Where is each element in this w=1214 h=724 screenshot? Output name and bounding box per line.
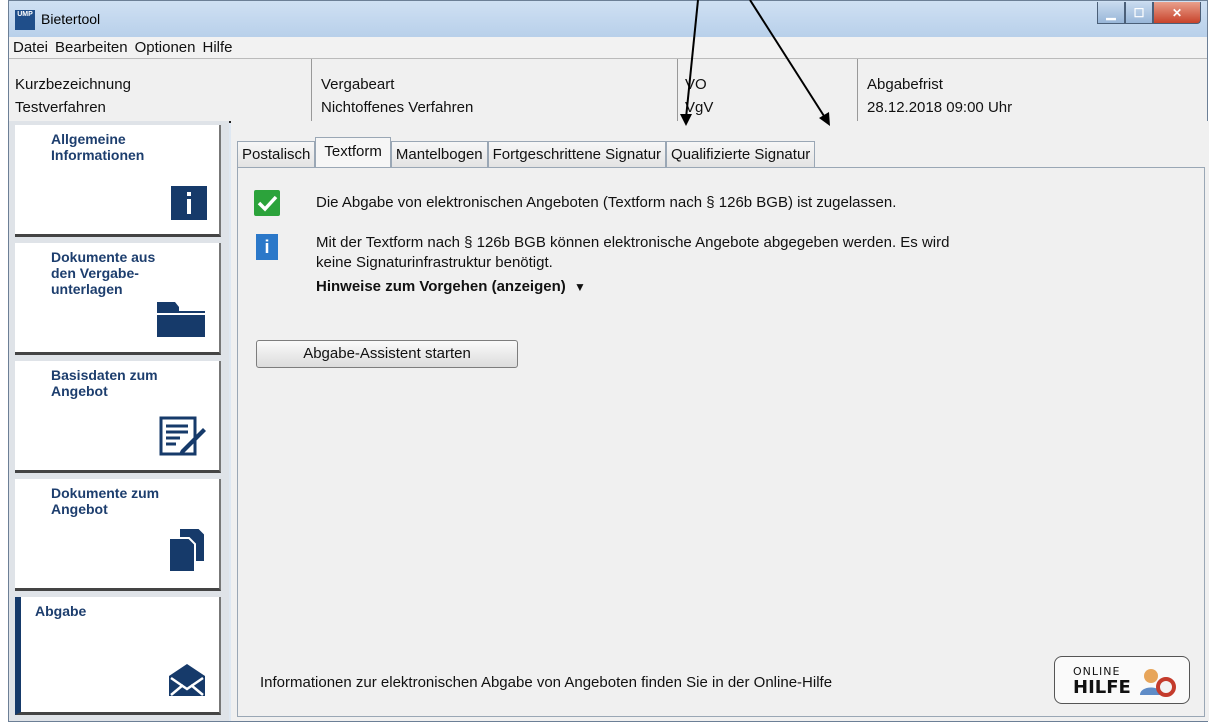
info-abgabefrist: Abgabefrist 28.12.2018 09:00 Uhr [867, 73, 1012, 119]
help-line2: HILFE [1073, 677, 1131, 698]
sidebar: Allgemeine Informationen Dokumente aus d… [9, 121, 229, 721]
info-kurzbezeichnung: Kurzbezeichnung Testverfahren [15, 73, 131, 119]
info-message-line2: keine Signaturinfrastruktur benötigt. [316, 254, 553, 271]
sidebar-item-dokumente-angebot[interactable]: Dokumente zum Angebot [15, 479, 221, 591]
info-vergabeart: Vergabeart Nichtoffenes Verfahren [321, 73, 473, 119]
sidebar-item-label: Abgabe [35, 603, 87, 619]
folder-icon [155, 298, 207, 342]
vo-value: VgV [685, 99, 714, 116]
info-message-line1: Mit der Textform nach § 126b BGB können … [316, 234, 950, 251]
divider [311, 59, 312, 121]
vergabeart-value: Nichtoffenes Verfahren [321, 99, 474, 116]
sidebar-item-dokumente-vergabeunterlagen[interactable]: Dokumente aus den Vergabe-unterlagen [15, 243, 221, 355]
help-person-icon [1140, 669, 1176, 697]
vo-label: VO [685, 76, 707, 93]
sidebar-item-basisdaten-angebot[interactable]: Basisdaten zum Angebot [15, 361, 221, 473]
tab-fortgeschrittene-signatur[interactable]: Fortgeschrittene Signatur [487, 141, 667, 167]
menu-datei[interactable]: Datei [13, 39, 48, 56]
sidebar-item-abgabe[interactable]: Abgabe [15, 597, 221, 715]
title-bar: UMP Bietertool ▁ ☐ ✕ [9, 1, 1207, 37]
info-vo: VO VgV [685, 73, 713, 119]
info-icon: i [256, 234, 278, 260]
menu-optionen[interactable]: Optionen [135, 39, 196, 56]
tab-mantelbogen[interactable]: Mantelbogen [390, 141, 488, 167]
app-logo-icon: UMP [15, 10, 35, 30]
textform-panel: Die Abgabe von elektronischen Angeboten … [237, 167, 1205, 717]
info-icon [171, 186, 207, 224]
allowed-message: Die Abgabe von elektronischen Angeboten … [316, 194, 897, 211]
sidebar-item-label: Dokumente aus den Vergabe-unterlagen [51, 249, 156, 297]
menu-bar: Datei Bearbeiten Optionen Hilfe [9, 37, 1207, 59]
menu-hilfe[interactable]: Hilfe [202, 39, 232, 56]
check-icon [254, 190, 280, 216]
sidebar-item-label: Allgemeine Informationen [51, 131, 145, 163]
vergabeart-label: Vergabeart [321, 76, 395, 93]
tab-textform[interactable]: Textform [315, 137, 391, 167]
tab-bar: Postalisch Textform Mantelbogen Fortgesc… [237, 137, 816, 167]
maximize-button[interactable]: ☐ [1125, 2, 1153, 24]
chevron-down-icon: ▼ [573, 280, 586, 294]
hint-toggle[interactable]: Hinweise zum Vorgehen (anzeigen) ▼ [316, 278, 586, 295]
close-button[interactable]: ✕ [1153, 2, 1201, 24]
menu-bearbeiten[interactable]: Bearbeiten [55, 39, 128, 56]
tab-qualifizierte-signatur[interactable]: Qualifizierte Signatur [666, 141, 816, 167]
divider [857, 59, 858, 121]
divider [677, 59, 678, 121]
kurzbezeichnung-value: Testverfahren [15, 99, 106, 116]
tab-postalisch[interactable]: Postalisch [237, 141, 316, 167]
kurzbezeichnung-label: Kurzbezeichnung [15, 76, 131, 93]
abgabefrist-value: 28.12.2018 09:00 Uhr [867, 99, 1013, 116]
sidebar-item-allgemeine-informationen[interactable]: Allgemeine Informationen [15, 125, 221, 237]
edit-form-icon [159, 416, 207, 460]
online-help-info: Informationen zur elektronischen Abgabe … [260, 674, 833, 691]
abgabefrist-label: Abgabefrist [867, 76, 943, 93]
window-title: Bietertool [41, 11, 101, 27]
sidebar-item-label: Dokumente zum Angebot [51, 485, 160, 517]
app-window: UMP Bietertool ▁ ☐ ✕ Datei Bearbeiten Op… [8, 0, 1209, 722]
envelope-icon [167, 662, 207, 702]
minimize-button[interactable]: ▁ [1097, 2, 1125, 24]
hint-toggle-label: Hinweise zum Vorgehen (anzeigen) [316, 278, 566, 295]
main-content: Postalisch Textform Mantelbogen Fortgesc… [231, 121, 1209, 721]
app-logo-text: UMP [17, 11, 33, 18]
online-help-button[interactable]: ONLINE HILFE [1054, 656, 1190, 704]
procedure-info-bar: Kurzbezeichnung Testverfahren Vergabeart… [9, 59, 1207, 123]
sidebar-item-label: Basisdaten zum Angebot [51, 367, 158, 399]
start-assistant-button[interactable]: Abgabe-Assistent starten [256, 340, 518, 368]
documents-icon [167, 526, 207, 578]
window-controls: ▁ ☐ ✕ [1097, 2, 1201, 24]
